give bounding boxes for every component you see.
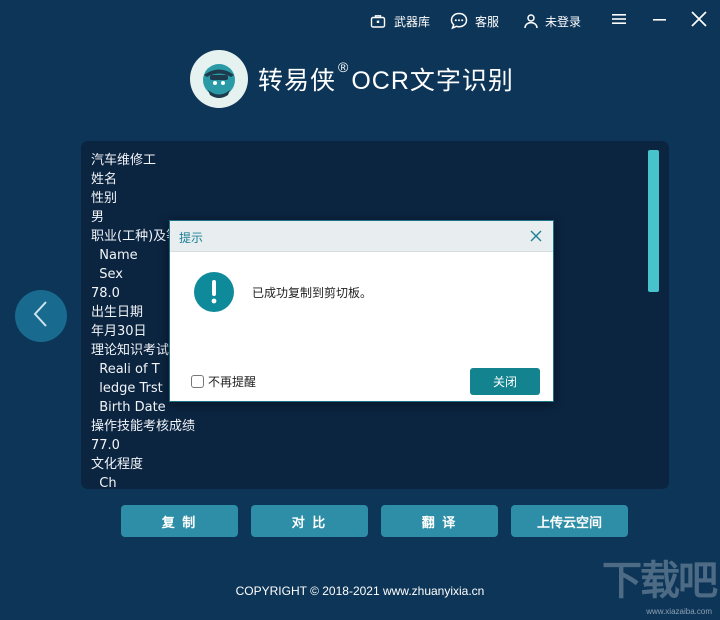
ocr-text-line: Ch (91, 476, 117, 489)
dialog-ok-button[interactable]: 关闭 (470, 368, 540, 395)
close-icon (530, 230, 542, 242)
user-icon (523, 11, 539, 31)
exclamation-icon (194, 272, 234, 312)
hamburger-menu-icon (611, 12, 627, 31)
upload-cloud-button[interactable]: 上传云空间 (511, 505, 628, 537)
scrollbar-thumb[interactable] (648, 150, 659, 292)
menu-button[interactable] (608, 10, 630, 32)
briefcase-icon (368, 11, 388, 31)
window-close-button[interactable] (688, 10, 710, 32)
brand-name: 转易侠 (258, 67, 337, 95)
translate-button[interactable]: 翻 译 (381, 505, 498, 537)
top-bar: 武器库 客服 未登录 (0, 0, 720, 42)
arsenal-button[interactable]: 武器库 (368, 11, 430, 31)
previous-button[interactable] (15, 290, 67, 342)
support-label: 客服 (475, 14, 500, 29)
login-label: 未登录 (545, 14, 582, 29)
watermark-site: www.xiazaiba.com (646, 607, 712, 616)
checkbox-box[interactable] (191, 375, 204, 388)
watermark-logo: 下载吧 (602, 558, 718, 604)
login-button[interactable]: 未登录 (523, 11, 581, 31)
brand-header: 转易侠 ® OCR文字识别 (190, 50, 514, 108)
dont-remind-checkbox[interactable]: 不再提醒 (191, 373, 256, 390)
arsenal-label: 武器库 (394, 14, 431, 29)
app-title: 转易侠 ® OCR文字识别 (258, 59, 514, 97)
minimize-button[interactable] (648, 10, 670, 32)
dialog-header: 提示 (170, 221, 553, 252)
ocr-text-line: 77.0 (91, 438, 120, 453)
chat-bubble-icon (449, 11, 469, 31)
notice-dialog: 提示 已成功复制到剪切板。 不再提醒 关闭 (169, 220, 554, 402)
ocr-text-line: 性别 (91, 191, 118, 206)
ocr-text-line: 文化程度 (91, 457, 144, 472)
ocr-text-line: 姓名 (91, 172, 118, 187)
dialog-close-button[interactable] (529, 229, 543, 243)
minimize-icon (651, 11, 667, 32)
support-button[interactable]: 客服 (449, 11, 499, 31)
compare-button[interactable]: 对 比 (251, 505, 368, 537)
dialog-message: 已成功复制到剪切板。 (252, 286, 373, 300)
copy-button[interactable]: 复 制 (121, 505, 238, 537)
close-icon (690, 10, 708, 33)
dont-remind-label: 不再提醒 (208, 375, 257, 389)
app-logo (190, 50, 248, 108)
chevron-left-icon (31, 300, 51, 333)
brand-product: OCR文字识别 (351, 67, 514, 95)
registered-mark: ® (338, 59, 350, 75)
ocr-text-line: 汽车维修工 (91, 153, 157, 168)
ocr-text-line: 操作技能考核成绩 (91, 419, 196, 434)
dialog-title: 提示 (179, 231, 204, 245)
